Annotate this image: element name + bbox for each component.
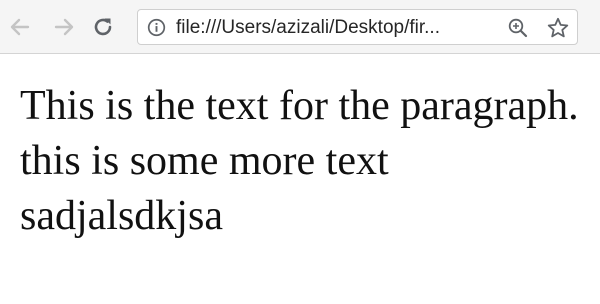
star-outline-icon[interactable] — [546, 16, 570, 40]
address-bar[interactable]: file:///Users/azizali/Desktop/fir... — [137, 9, 578, 45]
page-content: This is the text for the paragraph. this… — [0, 55, 600, 304]
forward-button[interactable] — [50, 13, 78, 41]
browser-toolbar: file:///Users/azizali/Desktop/fir... — [0, 0, 600, 54]
reload-button[interactable] — [89, 13, 117, 41]
info-circle-icon[interactable] — [147, 18, 166, 37]
url-text[interactable]: file:///Users/azizali/Desktop/fir... — [176, 16, 496, 40]
browser-window: file:///Users/azizali/Desktop/fir... Thi… — [0, 0, 600, 304]
zoom-icon[interactable] — [507, 17, 529, 39]
arrow-right-icon — [54, 18, 74, 36]
reload-icon — [94, 18, 112, 36]
body-paragraph: This is the text for the paragraph. this… — [20, 83, 579, 239]
back-button[interactable] — [6, 13, 34, 41]
arrow-left-icon — [10, 18, 30, 36]
